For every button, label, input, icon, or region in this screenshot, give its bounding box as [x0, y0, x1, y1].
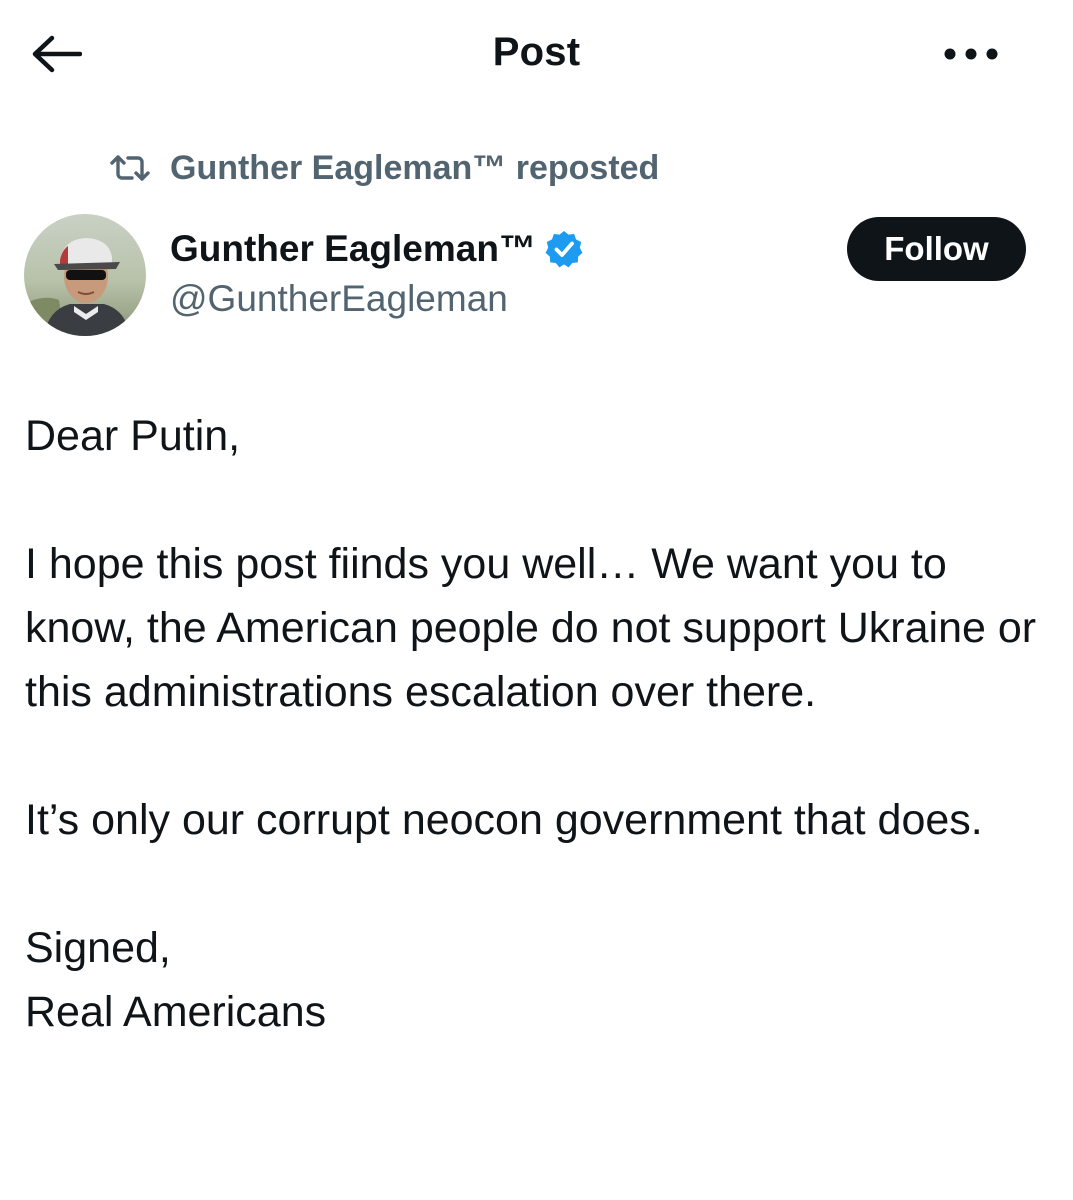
page-title: Post: [492, 30, 581, 74]
more-options-button[interactable]: [938, 36, 1004, 72]
post-paragraph: Dear Putin,: [25, 412, 241, 460]
post-paragraph: Real Americans: [25, 988, 327, 1036]
follow-button[interactable]: Follow: [847, 217, 1026, 281]
top-bar: Post: [0, 0, 1073, 110]
verified-badge-icon[interactable]: [544, 229, 584, 269]
repost-text: Gunther Eagleman™ reposted: [170, 148, 660, 187]
repost-indicator[interactable]: Gunther Eagleman™ reposted: [108, 146, 659, 190]
post-paragraph: Signed,: [25, 924, 171, 972]
post-text: Dear Putin, I hope this post fiinds you …: [25, 404, 1055, 1044]
post-paragraph: It’s only our corrupt neocon government …: [25, 796, 983, 844]
post-paragraph: I hope this post fiinds you well… We wan…: [25, 540, 1037, 716]
more-horizontal-icon: [944, 48, 998, 60]
author-handle[interactable]: @GuntherEagleman: [170, 278, 584, 320]
avatar-image: [24, 214, 146, 336]
repost-icon: [108, 154, 152, 182]
author-info: Gunther Eagleman™ @GuntherEagleman: [170, 224, 584, 320]
author-name-row: Gunther Eagleman™: [170, 224, 584, 274]
avatar[interactable]: [24, 214, 146, 336]
author-display-name[interactable]: Gunther Eagleman™: [170, 228, 536, 270]
